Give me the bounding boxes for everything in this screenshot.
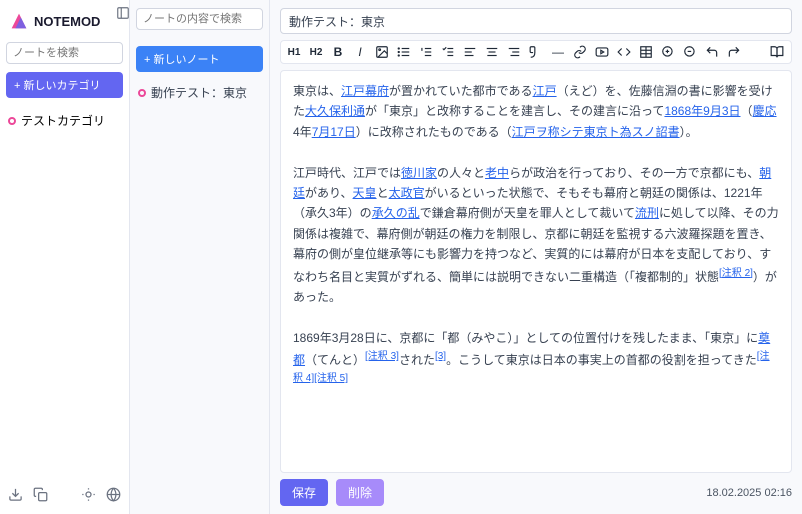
youtube-button[interactable]	[595, 45, 609, 59]
note-title-input[interactable]	[280, 8, 792, 34]
h1-button[interactable]: H1	[287, 47, 301, 58]
category-dot-icon	[8, 117, 16, 125]
logo-icon	[8, 10, 30, 32]
editor-panel: H1 H2 B I — 東京は、江戸幕府が置かれていた都市である江戸（えど）を、…	[270, 0, 802, 514]
editor-footer: 保存 削除 18.02.2025 02:16	[280, 479, 792, 506]
sidebar-search-input[interactable]	[6, 42, 123, 64]
app-name: NOTEMOD	[34, 14, 100, 29]
copy-icon[interactable]	[33, 487, 48, 502]
bold-button[interactable]: B	[331, 45, 345, 59]
new-category-button[interactable]: + 新しいカテゴリ	[6, 72, 123, 98]
quote-button[interactable]	[529, 45, 543, 59]
save-button[interactable]: 保存	[280, 479, 328, 506]
note-dot-icon	[138, 89, 146, 97]
notes-search-input[interactable]	[136, 8, 263, 30]
undo-button[interactable]	[705, 45, 719, 59]
align-left-button[interactable]	[463, 45, 477, 59]
note-item-label: 動作テスト：東京	[151, 84, 247, 101]
editor-toolbar: H1 H2 B I —	[280, 40, 792, 64]
hr-button[interactable]: —	[551, 45, 565, 59]
notes-list-panel: + 新しいノート 動作テスト：東京	[130, 0, 270, 514]
code-button[interactable]	[617, 45, 631, 59]
sidebar-footer	[6, 483, 123, 506]
delete-button[interactable]: 削除	[336, 479, 384, 506]
editor-content[interactable]: 東京は、江戸幕府が置かれていた都市である江戸（えど）を、佐藤信淵の書に影響を受け…	[280, 70, 792, 473]
panel-toggle-icon[interactable]	[116, 6, 130, 20]
checklist-button[interactable]	[441, 45, 455, 59]
globe-icon[interactable]	[106, 487, 121, 502]
link-button[interactable]	[573, 45, 587, 59]
zoom-in-button[interactable]	[661, 45, 675, 59]
download-icon[interactable]	[8, 487, 23, 502]
app-logo: NOTEMOD	[6, 8, 123, 42]
bullet-list-button[interactable]	[397, 45, 411, 59]
new-note-button[interactable]: + 新しいノート	[136, 46, 263, 72]
category-label: テストカテゴリ	[21, 112, 105, 129]
redo-button[interactable]	[727, 45, 741, 59]
h2-button[interactable]: H2	[309, 47, 323, 58]
align-center-button[interactable]	[485, 45, 499, 59]
note-list-item[interactable]: 動作テスト：東京	[136, 80, 263, 105]
align-right-button[interactable]	[507, 45, 521, 59]
italic-button[interactable]: I	[353, 45, 367, 59]
ordered-list-button[interactable]	[419, 45, 433, 59]
zoom-out-button[interactable]	[683, 45, 697, 59]
category-item[interactable]: テストカテゴリ	[6, 108, 123, 133]
theme-icon[interactable]	[81, 487, 96, 502]
image-button[interactable]	[375, 45, 389, 59]
reader-mode-button[interactable]	[769, 45, 785, 59]
table-button[interactable]	[639, 45, 653, 59]
sidebar: NOTEMOD + 新しいカテゴリ テストカテゴリ	[0, 0, 130, 514]
timestamp-label: 18.02.2025 02:16	[706, 487, 792, 499]
